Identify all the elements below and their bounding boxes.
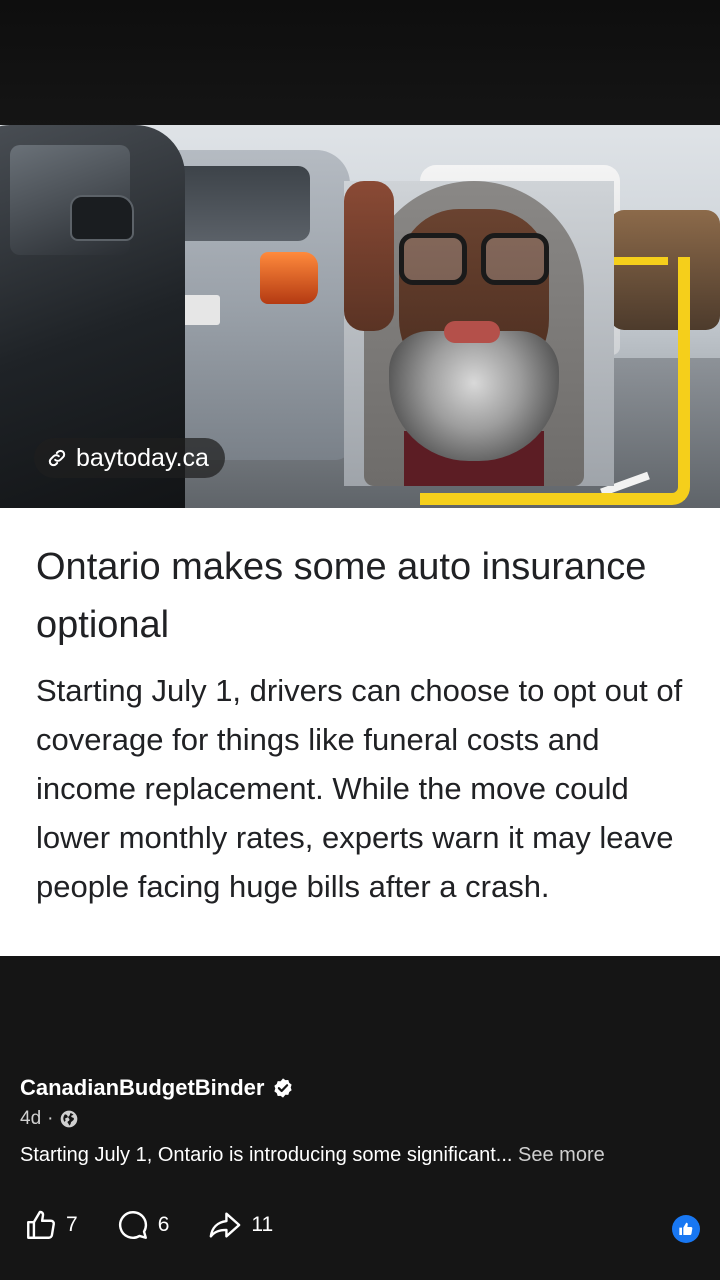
post-meta: CanadianBudgetBinder 4d · Starting July … bbox=[20, 1072, 700, 1167]
hand bbox=[344, 181, 394, 331]
presenter-video-overlay bbox=[344, 181, 614, 486]
link-preview-image[interactable]: baytoday.ca bbox=[0, 125, 720, 508]
verified-badge-icon bbox=[272, 1077, 294, 1099]
link-icon bbox=[46, 447, 68, 469]
comment-button[interactable]: 6 bbox=[116, 1208, 170, 1242]
article-panel[interactable]: Ontario makes some auto insurance option… bbox=[0, 508, 720, 956]
source-link-chip[interactable]: baytoday.ca bbox=[34, 438, 225, 478]
post-time-row: 4d · bbox=[20, 1106, 700, 1132]
action-bar: 7 6 11 bbox=[24, 1208, 273, 1242]
like-button[interactable]: 7 bbox=[24, 1208, 78, 1242]
separator-dot: · bbox=[47, 1108, 54, 1129]
glasses bbox=[399, 233, 549, 289]
reel-screen: baytoday.ca Ontario makes some auto insu… bbox=[0, 0, 720, 1280]
see-more-link[interactable]: See more bbox=[518, 1144, 605, 1166]
article-summary: Starting July 1, drivers can choose to o… bbox=[36, 673, 683, 904]
like-reaction-icon bbox=[672, 1215, 700, 1243]
article-headline: Ontario makes some auto insurance option… bbox=[36, 546, 647, 646]
thumbs-up-icon bbox=[24, 1208, 58, 1242]
share-button[interactable]: 11 bbox=[207, 1208, 273, 1242]
comment-count: 6 bbox=[157, 1213, 170, 1236]
author-row: CanadianBudgetBinder bbox=[20, 1072, 700, 1104]
share-count: 11 bbox=[251, 1213, 274, 1236]
caption-text: Starting July 1, Ontario is introducing … bbox=[20, 1144, 513, 1166]
like-count: 7 bbox=[66, 1213, 78, 1236]
post-age: 4d bbox=[20, 1108, 42, 1129]
post-caption[interactable]: Starting July 1, Ontario is introducing … bbox=[20, 1144, 700, 1167]
share-arrow-icon bbox=[207, 1208, 243, 1242]
author-name[interactable]: CanadianBudgetBinder bbox=[20, 1075, 264, 1101]
comment-bubble-icon bbox=[116, 1208, 150, 1242]
globe-icon bbox=[59, 1109, 79, 1129]
source-domain: baytoday.ca bbox=[76, 443, 209, 472]
